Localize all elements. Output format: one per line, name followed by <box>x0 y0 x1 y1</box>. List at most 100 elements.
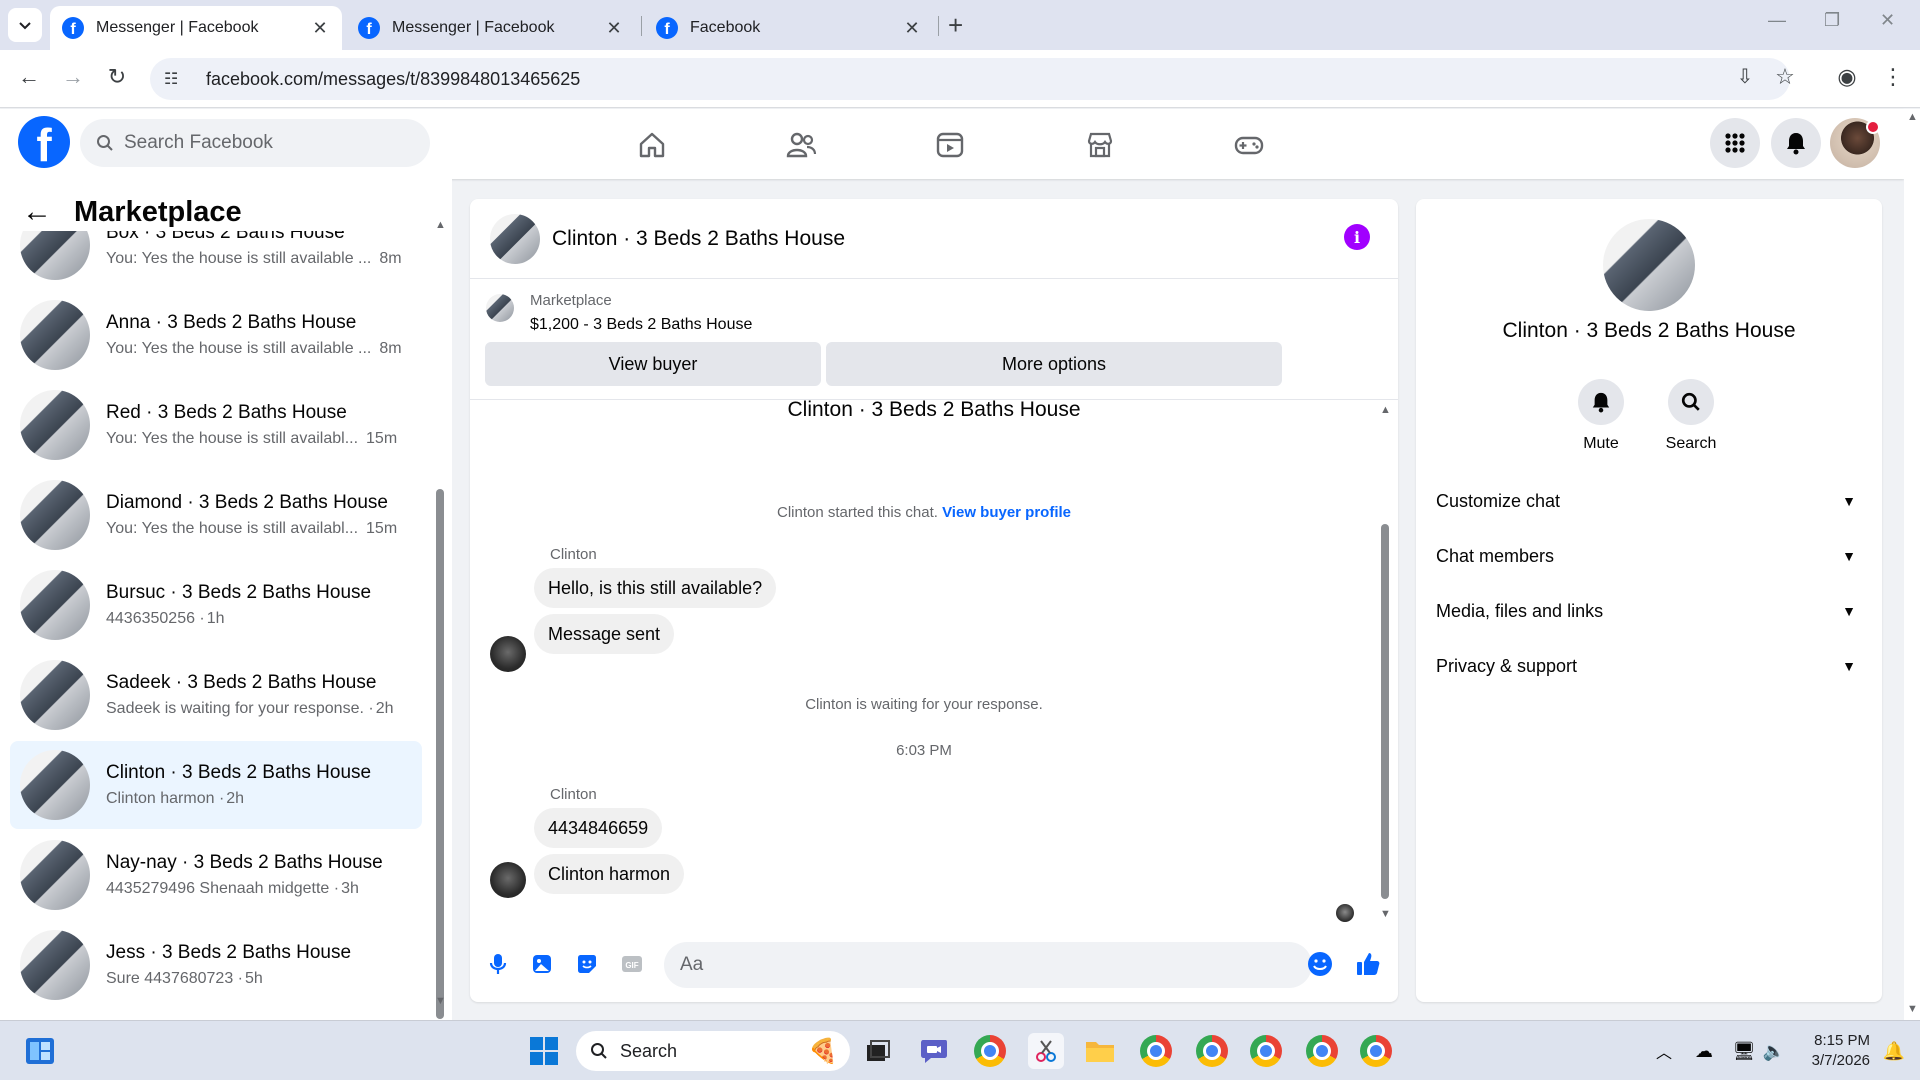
page-scrollbar[interactable]: ▲ ▼ <box>1904 109 1920 1020</box>
minimize-icon[interactable]: — <box>1768 10 1786 31</box>
close-tab-icon[interactable]: ✕ <box>310 18 330 39</box>
conversation-item[interactable]: Bursuc · 3 Beds 2 Baths House 4436350256… <box>10 561 422 649</box>
conversation-item[interactable]: Diamond · 3 Beds 2 Baths House You: Yes … <box>10 471 422 559</box>
marketplace-nav-icon[interactable] <box>1080 125 1120 165</box>
volume-icon[interactable]: 🔈 <box>1756 1033 1792 1069</box>
url-text[interactable]: facebook.com/messages/t/8399848013465625 <box>206 69 580 90</box>
file-explorer-icon[interactable] <box>1082 1033 1118 1069</box>
media-files-links-section[interactable]: Media, files and links ▼ <box>1436 591 1856 631</box>
video-nav-icon[interactable] <box>930 125 970 165</box>
taskbar-search-box[interactable]: Search 🍕 <box>576 1031 850 1071</box>
facebook-logo-icon[interactable]: f <box>18 116 70 168</box>
browser-menu-icon[interactable]: ⋮ <box>1878 64 1908 90</box>
conversation-item[interactable]: Anna · 3 Beds 2 Baths House You: Yes the… <box>10 291 422 379</box>
start-windows-icon[interactable] <box>526 1033 562 1069</box>
sender-avatar[interactable] <box>490 862 526 898</box>
home-nav-icon[interactable] <box>632 125 672 165</box>
message-bubble[interactable]: 4434846659 <box>534 808 663 848</box>
chat-scrollbar[interactable]: ▲ ▼ <box>1378 404 1392 920</box>
system-clock[interactable]: 8:15 PM 3/7/2026 <box>1800 1031 1870 1071</box>
view-buyer-button[interactable]: View buyer <box>485 342 821 386</box>
friends-nav-icon[interactable] <box>781 125 821 165</box>
install-app-icon[interactable]: ⇩ <box>1730 64 1760 89</box>
facebook-search-input[interactable]: Search Facebook <box>80 119 430 167</box>
forward-icon[interactable]: → <box>58 64 88 90</box>
site-info-icon[interactable]: ☷ <box>164 69 194 89</box>
microphone-icon[interactable] <box>484 950 512 978</box>
back-arrow-icon[interactable]: ← <box>22 195 52 229</box>
cloud-offline-icon[interactable]: ☁ <box>1686 1033 1722 1069</box>
chrome-profile-icon-5[interactable] <box>1358 1033 1394 1069</box>
show-hidden-icons-chevron-icon[interactable]: ︿ <box>1646 1033 1682 1069</box>
details-avatar[interactable] <box>1603 219 1695 311</box>
notifications-button[interactable] <box>1771 118 1821 168</box>
conversation-item[interactable]: Jess · 3 Beds 2 Baths House Sure 4437680… <box>10 921 422 1009</box>
chat-members-section[interactable]: Chat members ▼ <box>1436 536 1856 576</box>
mute-action[interactable]: Mute <box>1561 379 1641 453</box>
search-icon <box>591 1043 607 1059</box>
bookmark-star-icon[interactable]: ☆ <box>1770 64 1800 90</box>
chrome-profile-icon-1[interactable] <box>1138 1033 1174 1069</box>
close-window-icon[interactable]: ✕ <box>1880 10 1895 31</box>
clock-time: 8:15 PM <box>1814 1032 1870 1049</box>
chrome-profile-icon-2[interactable] <box>1194 1033 1230 1069</box>
reload-icon[interactable]: ↻ <box>102 64 132 90</box>
message-bubble[interactable]: Clinton harmon <box>534 854 685 894</box>
new-tab-button[interactable]: + <box>948 10 963 41</box>
conversation-item[interactable]: Red · 3 Beds 2 Baths House You: Yes the … <box>10 381 422 469</box>
gif-icon[interactable]: GIF <box>618 950 646 978</box>
search-action[interactable]: Search <box>1651 379 1731 453</box>
browser-tab-1[interactable]: f Messenger | Facebook ✕ <box>50 6 342 50</box>
message-input[interactable]: Aa <box>664 942 1312 988</box>
sidebar-scrollbar[interactable]: ▲ ▼ <box>434 219 446 1019</box>
snipping-tool-icon[interactable] <box>1028 1033 1064 1069</box>
scroll-up-icon[interactable]: ▲ <box>435 219 446 231</box>
menu-grid-button[interactable] <box>1710 118 1760 168</box>
conversation-item-selected[interactable]: Clinton · 3 Beds 2 Baths House Clinton h… <box>10 741 422 829</box>
message-bubble[interactable]: Hello, is this still available? <box>534 568 777 608</box>
chat-title[interactable]: Clinton · 3 Beds 2 Baths House <box>552 227 845 251</box>
gaming-nav-icon[interactable] <box>1229 125 1269 165</box>
scroll-down-icon[interactable]: ▼ <box>1907 1003 1918 1015</box>
chrome-taskbar-icon[interactable] <box>972 1033 1008 1069</box>
scroll-down-icon[interactable]: ▼ <box>435 995 446 1007</box>
message-bubble[interactable]: Message sent <box>534 614 675 654</box>
chrome-profile-icon-3[interactable] <box>1248 1033 1284 1069</box>
scroll-up-icon[interactable]: ▲ <box>1380 404 1391 416</box>
privacy-support-section[interactable]: Privacy & support ▼ <box>1436 646 1856 686</box>
emoji-icon[interactable] <box>1306 950 1334 978</box>
scroll-up-icon[interactable]: ▲ <box>1907 111 1918 123</box>
restore-icon[interactable]: ❐ <box>1824 10 1840 31</box>
sender-avatar[interactable] <box>490 636 526 672</box>
scrollbar-thumb[interactable] <box>436 489 444 1019</box>
more-options-button[interactable]: More options <box>826 342 1282 386</box>
tab-search-button[interactable] <box>8 8 42 42</box>
browser-tab-2[interactable]: f Messenger | Facebook ✕ <box>346 6 636 50</box>
view-buyer-profile-link[interactable]: View buyer profile <box>942 504 1071 521</box>
photo-icon[interactable] <box>528 950 556 978</box>
scrollbar-thumb[interactable] <box>1381 524 1389 899</box>
back-icon[interactable]: ← <box>14 64 44 90</box>
conversation-item[interactable]: Sadeek · 3 Beds 2 Baths House Sadeek is … <box>10 651 422 739</box>
close-tab-icon[interactable]: ✕ <box>902 18 922 39</box>
chat-avatar[interactable] <box>490 213 540 264</box>
like-thumb-icon[interactable] <box>1354 950 1382 978</box>
conversation-item[interactable]: Nay-nay · 3 Beds 2 Baths House 443527949… <box>10 831 422 919</box>
close-tab-icon[interactable]: ✕ <box>604 18 624 39</box>
sticker-icon[interactable] <box>573 950 601 978</box>
chrome-profile-icon-4[interactable] <box>1304 1033 1340 1069</box>
profile-icon[interactable]: ◉ <box>1832 64 1862 90</box>
conversation-item[interactable]: Box · 3 Beds 2 Baths House You: Yes the … <box>10 231 422 289</box>
info-icon[interactable]: i <box>1344 224 1370 250</box>
scroll-down-icon[interactable]: ▼ <box>1380 908 1391 920</box>
widgets-icon[interactable] <box>22 1033 58 1069</box>
notification-bell-icon[interactable]: 🔔 <box>1876 1033 1912 1069</box>
bell-icon[interactable] <box>1578 379 1624 425</box>
browser-tab-3[interactable]: f Facebook ✕ <box>644 6 934 50</box>
customize-chat-section[interactable]: Customize chat ▼ <box>1436 481 1856 521</box>
section-label: Media, files and links <box>1436 600 1604 621</box>
task-view-icon[interactable] <box>860 1033 896 1069</box>
search-icon[interactable] <box>1668 379 1714 425</box>
meet-chat-icon[interactable] <box>916 1033 952 1069</box>
address-bar[interactable]: ☷ facebook.com/messages/t/83998480134656… <box>150 58 1790 100</box>
